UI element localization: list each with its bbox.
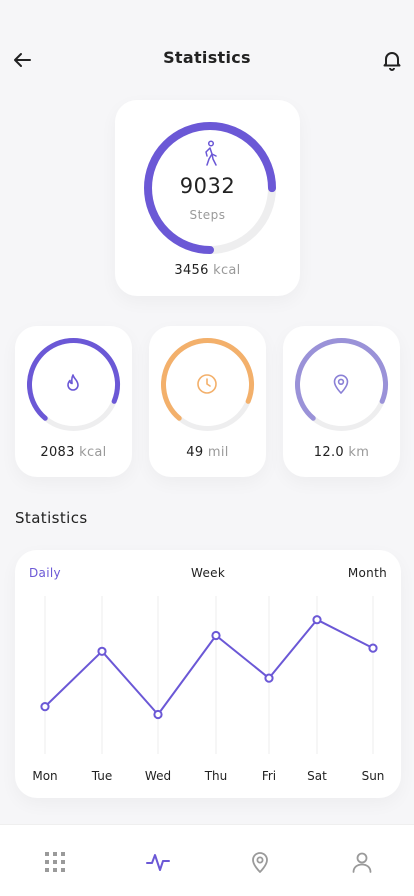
calories-card[interactable]: 2083 kcal bbox=[15, 326, 132, 477]
x-tick-label: Thu bbox=[204, 769, 228, 783]
data-point-thu[interactable] bbox=[211, 630, 221, 641]
user-icon[interactable] bbox=[349, 849, 375, 875]
tab-month[interactable]: Month bbox=[348, 566, 387, 580]
line-chart: Mon Tue Wed Thu Fri Sat Sun bbox=[32, 596, 385, 783]
distance-value: 12.0 bbox=[313, 445, 344, 460]
x-tick-label: Tue bbox=[91, 769, 113, 783]
time-card[interactable]: 49 mil bbox=[149, 326, 266, 477]
x-tick-label: Sat bbox=[307, 769, 327, 783]
tab-daily[interactable]: Daily bbox=[29, 566, 61, 580]
statistics-chart-card: Mon Tue Wed Thu Fri Sat Sun Daily Week Month bbox=[15, 550, 401, 798]
kcal-unit: kcal bbox=[213, 263, 241, 278]
x-tick-label: Fri bbox=[262, 769, 276, 783]
steps-label: Steps bbox=[189, 208, 226, 222]
calories-value-line: 2083 kcal bbox=[15, 445, 132, 460]
period-tabs: Daily Week Month bbox=[15, 566, 401, 584]
bell-icon[interactable] bbox=[380, 48, 404, 72]
distance-value-line: 12.0 km bbox=[283, 445, 400, 460]
flame-icon bbox=[67, 374, 79, 391]
distance-card[interactable]: 12.0 km bbox=[283, 326, 400, 477]
steps-card[interactable]: 9032 Steps 3456 kcal bbox=[115, 100, 300, 296]
x-tick-label: Mon bbox=[32, 769, 57, 783]
data-point-sun[interactable] bbox=[368, 643, 378, 653]
grid-icon[interactable] bbox=[42, 849, 68, 875]
x-tick-label: Sun bbox=[362, 769, 385, 783]
data-point-wed[interactable] bbox=[153, 709, 163, 720]
location-pin-icon bbox=[333, 374, 349, 394]
x-tick-label: Wed bbox=[145, 769, 171, 783]
time-value-line: 49 mil bbox=[149, 445, 266, 460]
activity-icon[interactable] bbox=[145, 849, 171, 875]
section-title: Statistics bbox=[15, 509, 88, 527]
header: Statistics bbox=[0, 40, 414, 80]
clock-icon bbox=[197, 374, 217, 394]
calories-value: 2083 bbox=[40, 445, 75, 460]
series-line bbox=[44, 618, 374, 716]
page-title: Statistics bbox=[163, 48, 251, 67]
distance-unit: km bbox=[348, 445, 370, 460]
data-point-sat[interactable] bbox=[312, 615, 322, 625]
data-point-fri[interactable] bbox=[264, 673, 274, 683]
walking-icon bbox=[205, 140, 217, 166]
tab-week[interactable]: Week bbox=[191, 566, 225, 580]
calories-unit: kcal bbox=[79, 445, 107, 460]
steps-count: 9032 bbox=[179, 174, 236, 198]
data-point-tue[interactable] bbox=[97, 646, 107, 656]
kcal-value: 3456 bbox=[174, 263, 209, 278]
time-value: 49 bbox=[186, 445, 204, 460]
bottom-nav bbox=[0, 824, 414, 896]
kcal-summary: 3456 kcal bbox=[115, 263, 300, 278]
location-pin-icon[interactable] bbox=[247, 849, 273, 875]
time-unit: mil bbox=[207, 445, 229, 460]
data-point-mon[interactable] bbox=[40, 702, 50, 712]
